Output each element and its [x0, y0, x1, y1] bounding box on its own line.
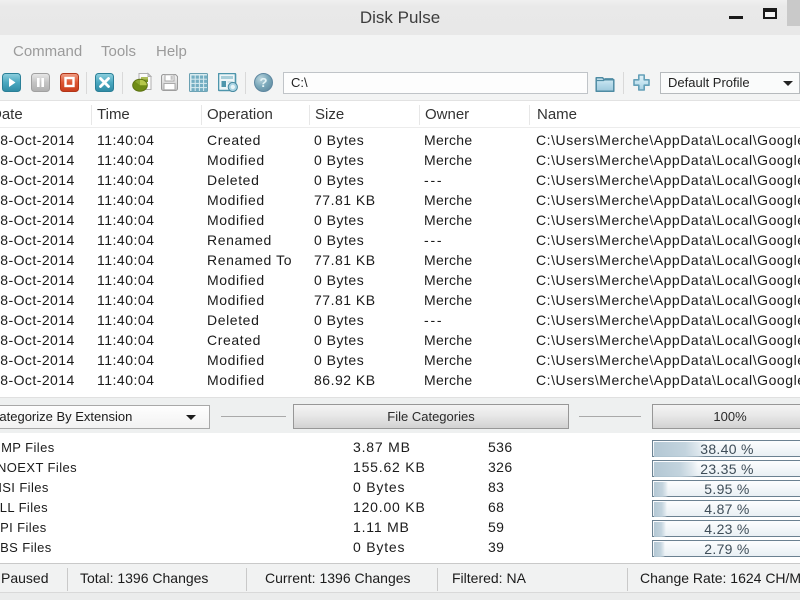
svg-text:?: ?	[260, 75, 268, 90]
